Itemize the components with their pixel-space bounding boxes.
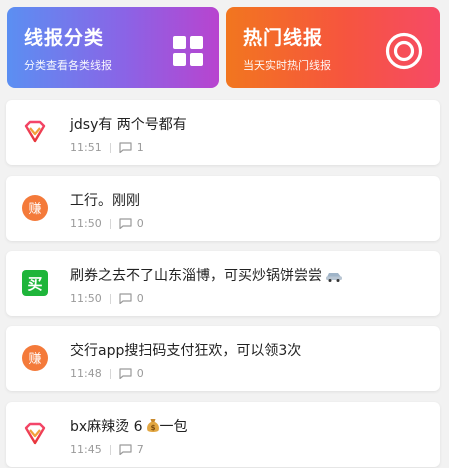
item-time: 11:50 [70, 292, 102, 305]
money-bag-icon: $ [146, 419, 159, 432]
item-title: 刷券之去不了山东淄博，可买炒锅饼尝尝 [70, 265, 343, 285]
comment-count: 0 [136, 367, 144, 380]
item-time: 11:45 [70, 443, 102, 456]
divider [109, 142, 111, 153]
list-item[interactable]: 买 刷券之去不了山东淄博，可买炒锅饼尝尝 11:50 0 [6, 251, 440, 316]
comment-count: 0 [136, 217, 144, 230]
banner-subtitle: 分类查看各类线报 [24, 59, 112, 72]
list-item[interactable]: 赚 交行app搜扫码支付狂欢，可以领3次 11:48 0 [6, 326, 440, 391]
mai-icon: 买 [22, 270, 48, 296]
item-meta: 11:50 0 [70, 292, 144, 305]
svg-text:$: $ [150, 424, 155, 432]
list-item[interactable]: jdsy有 两个号都有 11:51 1 [6, 100, 440, 165]
zhuan-icon: 赚 [22, 345, 48, 371]
divider [109, 368, 111, 379]
grid-icon [173, 36, 203, 66]
avatar-glyph: 赚 [28, 351, 41, 367]
comment-icon [119, 218, 132, 229]
comment-icon [119, 142, 132, 153]
target-icon [385, 32, 423, 70]
comment-count: 7 [136, 443, 144, 456]
item-title-suffix: 一包 [159, 419, 188, 435]
banner-title: 热门线报 [243, 27, 324, 49]
banner-subtitle: 当天实时热门线报 [243, 59, 331, 72]
category-banner[interactable]: 线报分类 分类查看各类线报 [7, 7, 219, 88]
item-title-text: bx麻辣烫 6 [70, 419, 143, 435]
list-item[interactable]: bx麻辣烫 6 $ 一包 11:45 7 [6, 402, 440, 467]
comment-count: 0 [136, 292, 144, 305]
comment-count: 1 [136, 141, 144, 154]
item-time: 11:50 [70, 217, 102, 230]
item-meta: 11:50 0 [70, 217, 144, 230]
divider [109, 444, 111, 455]
comment-icon [119, 368, 132, 379]
divider [109, 293, 111, 304]
item-time: 11:48 [70, 367, 102, 380]
comment-icon [119, 293, 132, 304]
page: 线报分类 分类查看各类线报 热门线报 当天实时热门线报 jdsy有 两个号都有 … [0, 0, 449, 468]
item-title: 交行app搜扫码支付狂欢，可以领3次 [70, 343, 302, 359]
item-title: 工行。刚刚 [70, 193, 140, 209]
item-meta: 11:45 7 [70, 443, 144, 456]
item-title: jdsy有 两个号都有 [70, 117, 187, 133]
item-meta: 11:48 0 [70, 367, 144, 380]
divider [109, 218, 111, 229]
avatar-glyph: 买 [27, 275, 42, 293]
diamond-icon [24, 422, 46, 445]
list-item[interactable]: 赚 工行。刚刚 11:50 0 [6, 176, 440, 241]
hot-banner[interactable]: 热门线报 当天实时热门线报 [226, 7, 440, 88]
comment-icon [119, 444, 132, 455]
zhuan-icon: 赚 [22, 195, 48, 221]
avatar-glyph: 赚 [28, 201, 41, 217]
diamond-icon [24, 120, 46, 143]
banner-title: 线报分类 [24, 27, 105, 49]
item-title: bx麻辣烫 6 $ 一包 [70, 416, 188, 436]
car-icon [326, 273, 342, 282]
item-meta: 11:51 1 [70, 141, 144, 154]
item-time: 11:51 [70, 141, 102, 154]
item-title-text: 刷券之去不了山东淄博，可买炒锅饼尝尝 [70, 268, 322, 284]
